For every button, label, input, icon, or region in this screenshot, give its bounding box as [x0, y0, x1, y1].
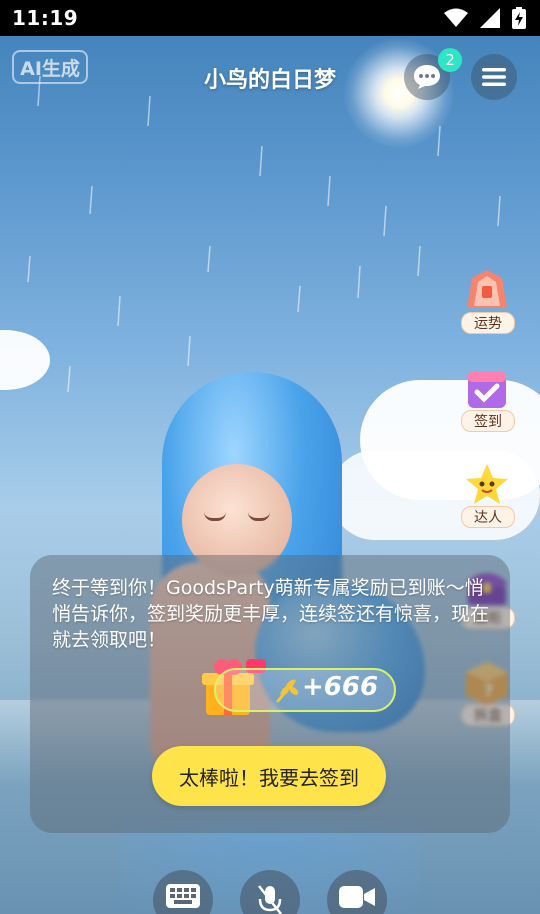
ai-generated-badge: AI生成 [12, 50, 88, 84]
battery-charging-icon [512, 7, 526, 29]
side-action-label: 达人 [461, 506, 515, 528]
reward-amount: +666 [302, 672, 379, 702]
chat-icon [414, 65, 440, 89]
side-action-checkin[interactable]: 签到 [458, 366, 516, 436]
signal-icon [480, 8, 500, 28]
side-action-fortune[interactable]: 运势 [458, 268, 516, 338]
fortune-icon [467, 270, 507, 308]
status-time: 11:19 [12, 6, 79, 30]
app-screen: 11:19 AI生成 小鸟的白日梦 2 运势 签到 达人 展柜 ? 拆盒 终于等… [0, 0, 540, 914]
calendar-check-icon [468, 372, 506, 408]
message-count-badge: 2 [438, 48, 462, 72]
side-action-expert[interactable]: 达人 [458, 462, 516, 532]
cloud-left [0, 330, 50, 390]
reward-message: 终于等到你！GoodsParty萌新专属奖励已到账～悄悄告诉你，签到奖励更丰厚，… [52, 577, 490, 651]
page-title: 小鸟的白日梦 [203, 68, 336, 93]
character-eye-left [204, 512, 226, 521]
character-eye-right [248, 512, 270, 521]
video-camera-icon [339, 886, 375, 908]
menu-button[interactable] [471, 54, 517, 100]
reward-amount-pill: +666 [214, 668, 396, 712]
keyboard-icon [166, 884, 200, 908]
status-bar: 11:19 [0, 0, 540, 36]
microphone-off-icon [258, 885, 282, 914]
star-face-icon [466, 464, 508, 504]
wifi-icon [444, 8, 468, 27]
side-action-label: 签到 [461, 410, 515, 432]
side-action-label: 运势 [461, 312, 515, 334]
menu-icon [482, 68, 506, 86]
checkin-cta-button[interactable]: 太棒啦！我要去签到 [152, 746, 386, 806]
wheat-icon [276, 679, 299, 703]
status-icons [444, 6, 526, 30]
